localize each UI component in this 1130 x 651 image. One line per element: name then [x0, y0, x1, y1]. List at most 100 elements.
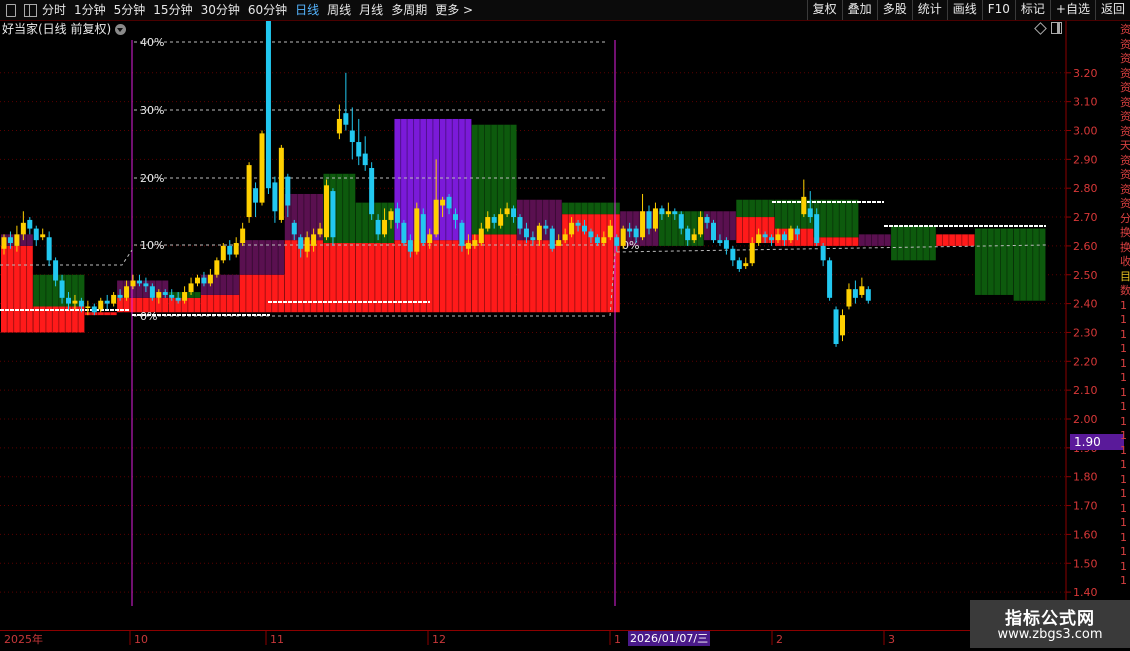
right-strip-char: 1: [1120, 530, 1127, 544]
right-strip-char: 资: [1120, 37, 1130, 51]
toolbar-button[interactable]: 叠加: [841, 0, 877, 20]
candle-body: [46, 237, 52, 261]
candle-body: [859, 286, 865, 295]
date-axis-label: 2: [776, 633, 783, 646]
chevron-down-icon[interactable]: [115, 23, 127, 35]
timeframe-tab[interactable]: 60分钟: [244, 0, 291, 20]
candle-body: [78, 300, 84, 307]
timeframe-tab[interactable]: 分时: [38, 0, 70, 20]
candle-body: [407, 240, 413, 252]
right-strip-char: 1: [1120, 385, 1127, 399]
candle-body: [730, 248, 736, 261]
right-strip-char: 天: [1120, 139, 1130, 152]
toolbar-button[interactable]: 多股: [876, 0, 912, 20]
right-strip-char: 1: [1120, 501, 1127, 515]
candle-body: [556, 240, 562, 246]
timeframe-tab[interactable]: 15分钟: [149, 0, 196, 20]
candle-body: [491, 217, 497, 223]
candle-body: [317, 228, 323, 235]
kline-chart[interactable]: 3.20 3.10 3.00 2.90 2.80 2.70 2.60 2.50 2.40 2.30…: [0, 0, 1130, 650]
candle-body: [33, 228, 39, 241]
candle-body: [562, 234, 568, 241]
right-strip-char: 1: [1120, 356, 1127, 370]
y-tick-label: 3.00: [1073, 125, 1098, 138]
candle-body: [20, 222, 26, 235]
split-view-icon[interactable]: [22, 2, 38, 18]
candle-body: [852, 289, 858, 298]
candle-body: [156, 292, 162, 298]
candle-body: [59, 280, 65, 298]
timeframe-tab[interactable]: 周线: [323, 0, 355, 20]
percent-label: 10%: [140, 239, 164, 252]
percent-label: 0%: [140, 310, 157, 323]
percent-label: 20%: [140, 172, 164, 185]
candle-body: [336, 118, 342, 134]
candle-body: [14, 234, 20, 246]
candle-body: [575, 222, 581, 226]
zone-block: [439, 240, 472, 313]
candle-body: [1, 237, 7, 249]
timeframe-tab[interactable]: 多周期: [387, 0, 431, 20]
candle-body: [827, 260, 833, 298]
candle-body: [91, 306, 97, 313]
right-strip-char: 分: [1120, 211, 1130, 225]
panel-toggle-icon[interactable]: [3, 2, 19, 18]
timeframe-tab[interactable]: 1分钟: [70, 0, 110, 20]
candle-body: [7, 237, 13, 244]
timeframe-tab[interactable]: 日线: [291, 0, 323, 20]
candle-body: [478, 228, 484, 244]
candle-body: [582, 225, 587, 232]
timeframe-tab[interactable]: 更多 >: [431, 0, 477, 20]
candle-body: [743, 263, 749, 267]
watermark-title: 指标公式网: [1005, 609, 1095, 629]
candle-body: [40, 234, 46, 238]
toolbar-button[interactable]: 画线: [946, 0, 982, 20]
candle-body: [775, 234, 781, 241]
candle-body: [794, 228, 800, 235]
candle-body: [607, 225, 613, 238]
watermark: 指标公式网 www.zbgs3.com: [970, 600, 1130, 648]
candle-body: [388, 211, 394, 220]
chart-title[interactable]: 好当家(日线 前复权): [2, 21, 127, 37]
right-strip-char: 资: [1120, 110, 1130, 123]
sidebar-toggle-icon[interactable]: [1051, 22, 1062, 34]
candle-body: [814, 214, 820, 244]
candle-body: [601, 237, 607, 244]
candle-body: [136, 280, 142, 284]
candle-body: [646, 211, 652, 229]
timeframe-tab[interactable]: 5分钟: [110, 0, 150, 20]
right-strip-char: 资: [1120, 52, 1130, 65]
timeframe-tab[interactable]: 月线: [355, 0, 387, 20]
toolbar-button[interactable]: 标记: [1014, 0, 1050, 20]
date-axis-label: 1: [614, 633, 621, 646]
candle-body: [685, 228, 691, 241]
right-strip-char: 收: [1120, 255, 1130, 268]
candle-body: [259, 133, 265, 203]
zone-block: [1, 245, 33, 333]
candle-body: [717, 240, 723, 244]
right-strip-char: 资: [1120, 23, 1130, 36]
toolbar-button[interactable]: F10: [981, 0, 1015, 20]
y-tick-label: 2.50: [1073, 269, 1098, 282]
candle-body: [272, 182, 278, 212]
chart-title-text: 好当家(日线 前复权): [2, 22, 112, 36]
timeframe-list: 分时 1分钟 5分钟 15分钟 30分钟 60分钟 日线 周线 月线 多周期 更多 >: [38, 0, 477, 20]
period-toolbar: 分时 1分钟 5分钟 15分钟 30分钟 60分钟 日线 周线 月线 多周期 更多 > 复权 叠加 多股…: [0, 0, 1130, 21]
candle-body: [298, 237, 304, 249]
candle-body: [66, 297, 71, 304]
toolbar-button[interactable]: 复权: [806, 0, 842, 20]
toolbar-button[interactable]: 统计: [911, 0, 947, 20]
candle-body: [820, 245, 826, 261]
candle-body: [736, 260, 742, 269]
candle-body: [124, 286, 130, 298]
zone-block: [562, 202, 620, 215]
toolbar-button[interactable]: +自选: [1049, 0, 1095, 20]
candle-body: [343, 113, 349, 125]
candle-body: [53, 260, 59, 281]
diamond-icon[interactable]: [1034, 21, 1047, 35]
timeframe-tab[interactable]: 30分钟: [197, 0, 244, 20]
y-tick-label: 2.40: [1073, 298, 1098, 311]
right-strip-char: 1: [1120, 371, 1127, 384]
candle-body: [594, 237, 600, 244]
toolbar-button[interactable]: 返回: [1094, 0, 1130, 20]
